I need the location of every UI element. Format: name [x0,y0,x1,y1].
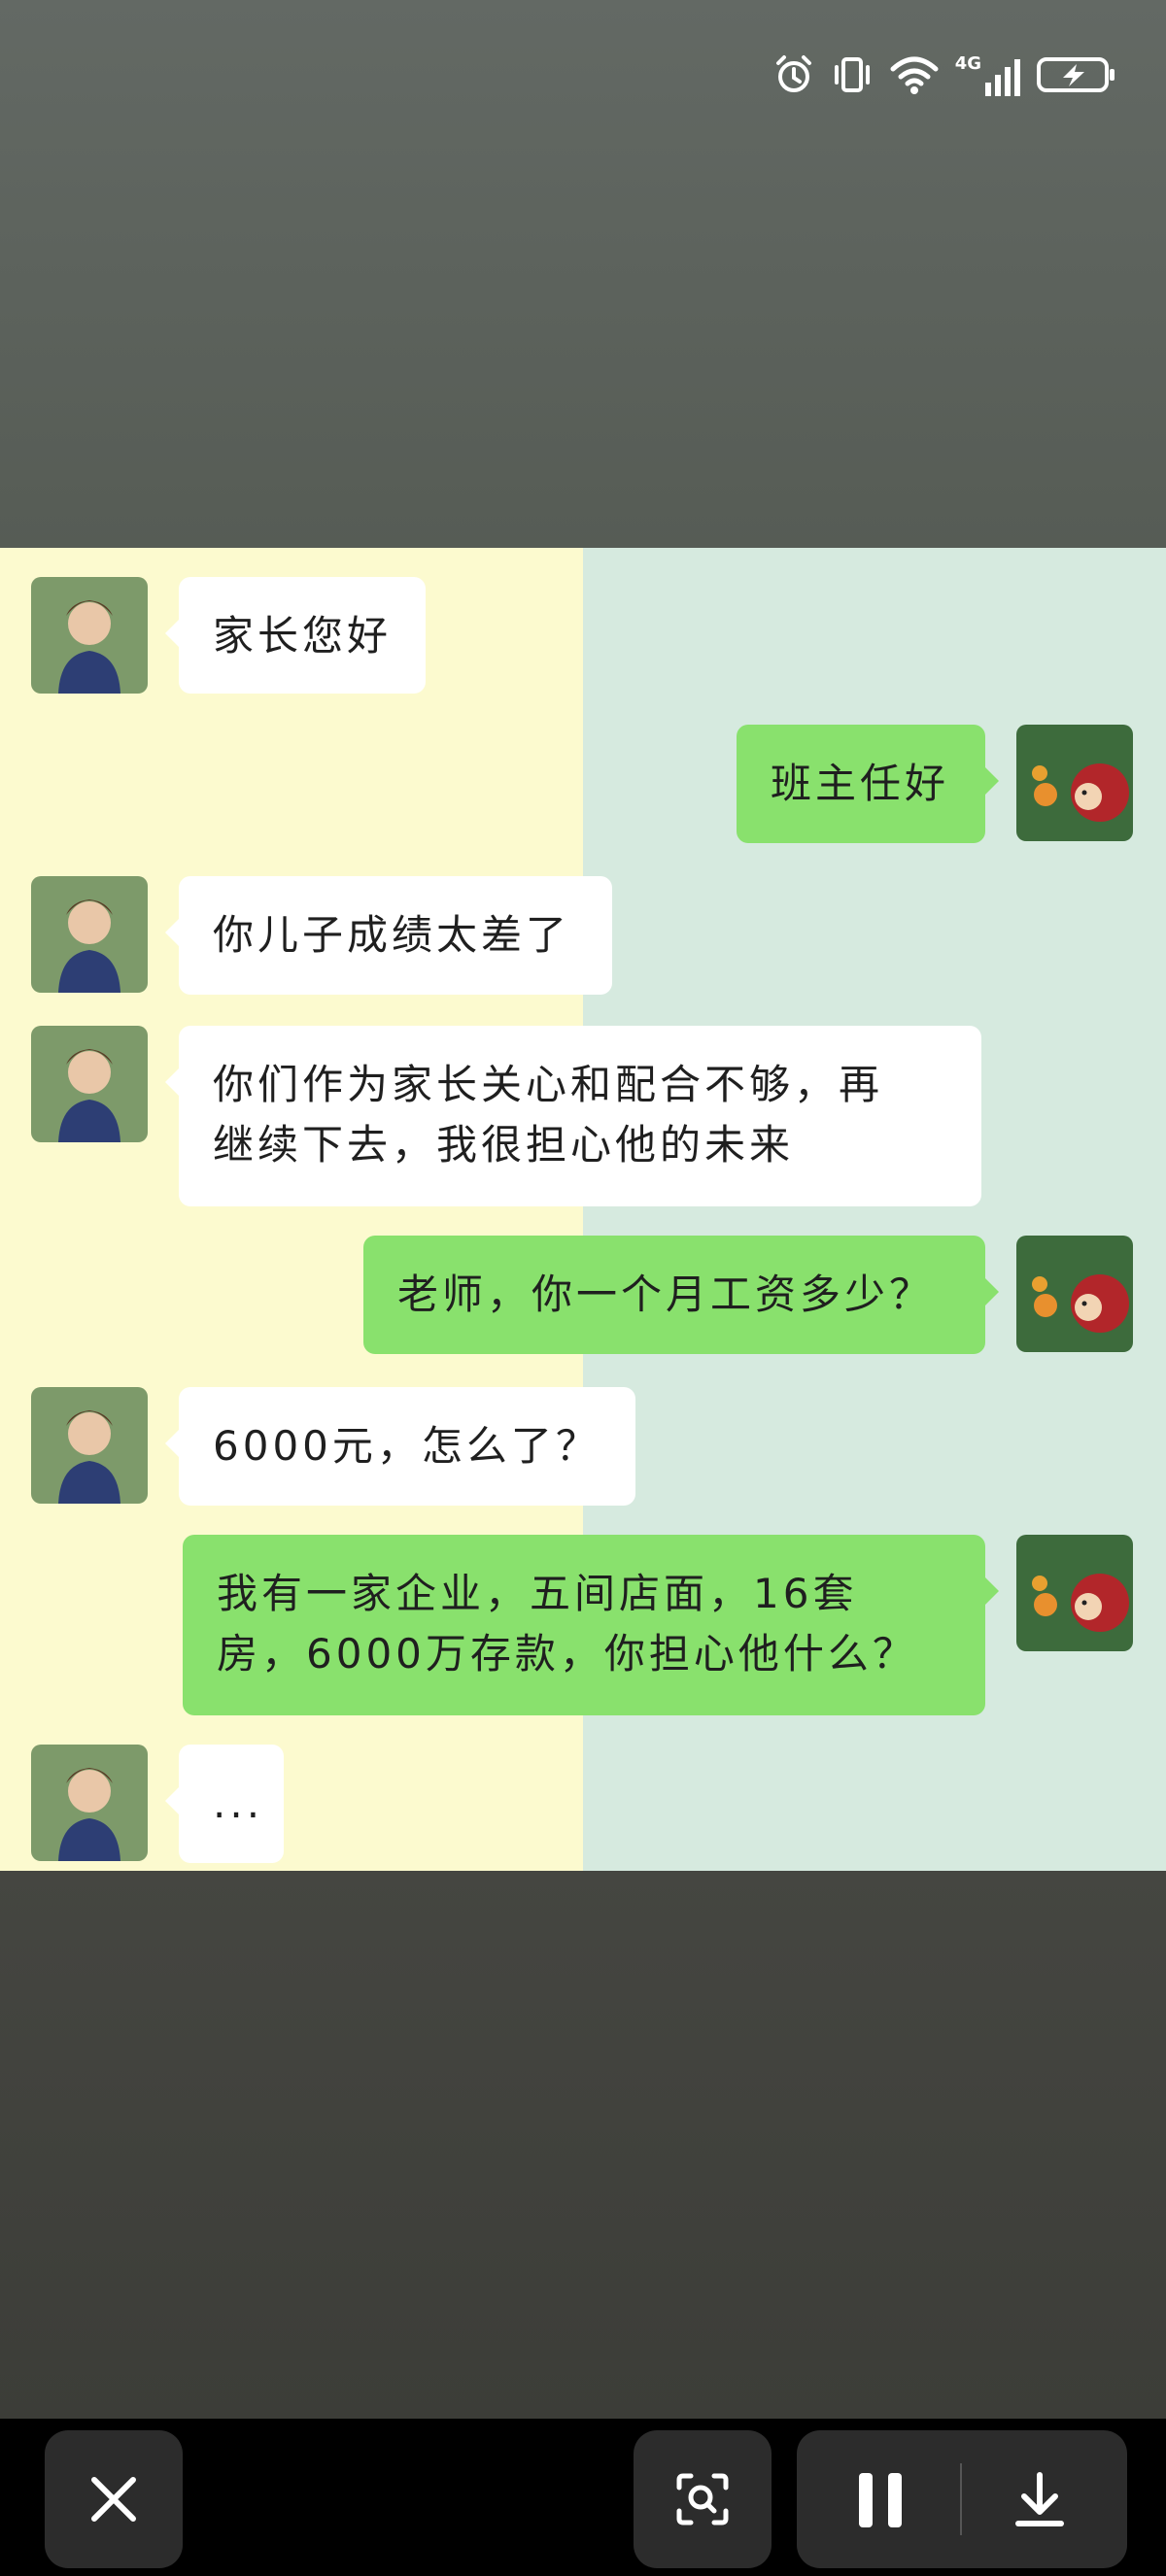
toolbar-divider [960,2463,962,2535]
pause-button[interactable] [845,2465,915,2535]
message-line: 继续下去，我很担心他的未来 [213,1121,795,1169]
screen-search-icon [676,2473,729,2525]
message-received-4: 6000元，怎么了？ [165,1387,635,1506]
top-background: 4G [0,0,1166,548]
teacher-avatar[interactable] [31,1387,148,1504]
teacher-avatar[interactable] [31,577,148,694]
message-received-2: 你儿子成绩太差了 [165,876,612,995]
close-icon [91,2477,136,2522]
parent-avatar[interactable] [1016,725,1133,841]
close-button[interactable] [45,2430,183,2568]
bottom-toolbar [0,2419,1166,2576]
teacher-avatar[interactable] [31,876,148,993]
teacher-avatar[interactable] [31,1745,148,1861]
bottom-background [0,1871,1166,2419]
message-received-5: ... [165,1745,284,1863]
wifi-icon [890,56,939,94]
vibrate-icon [834,57,870,92]
chat-area[interactable]: 家长您好 班主任好 你儿子成绩太差了 你们作为家长关心和配合不够，再 继续下去，… [0,548,1166,1871]
screen-search-button[interactable] [634,2430,772,2568]
message-sent-1: 班主任好 [737,725,999,843]
download-button[interactable] [1005,2465,1075,2535]
message-line: 你们作为家长关心和配合不够，再 [213,1061,884,1108]
status-bar: 4G [0,0,1166,146]
status-icons: 4G [772,51,1117,99]
message-sent-2: 老师，你一个月工资多少？ [363,1236,999,1354]
message-line: 房，6000万存款，你担心他什么？ [217,1630,917,1678]
message-received-3: 你们作为家长关心和配合不够，再 继续下去，我很担心他的未来 [165,1026,981,1206]
parent-avatar[interactable] [1016,1236,1133,1352]
message-received-1: 家长您好 [165,577,426,694]
teacher-avatar[interactable] [31,1026,148,1142]
network-label: 4G [954,53,981,74]
message-sent-3: 我有一家企业，五间店面，16套 房，6000万存款，你担心他什么？ [183,1535,999,1715]
alarm-icon [775,55,811,92]
media-controls [797,2430,1127,2568]
download-icon [1015,2472,1064,2526]
message-line: 我有一家企业，五间店面，16套 [217,1570,858,1617]
signal-4g-icon: 4G [955,53,1020,96]
parent-avatar[interactable] [1016,1535,1133,1651]
pause-icon [859,2473,902,2527]
battery-charging-icon [1037,57,1115,92]
status-carrier-text [49,47,175,85]
